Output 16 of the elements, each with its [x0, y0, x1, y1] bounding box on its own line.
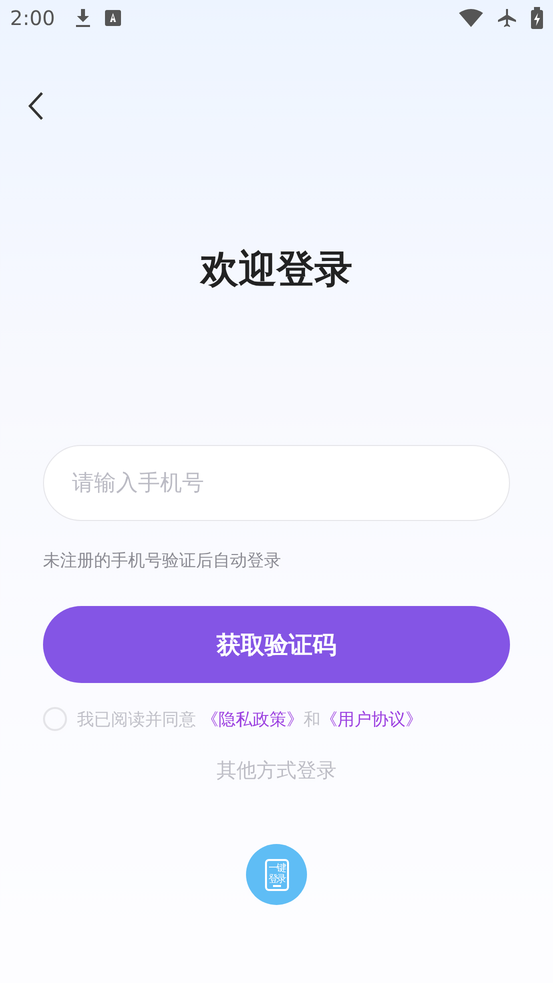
terms-link[interactable]: 《用户协议》: [320, 710, 422, 730]
download-icon: [74, 8, 91, 28]
back-icon: [27, 91, 45, 121]
phone-input-field[interactable]: 请输入手机号: [43, 445, 510, 521]
wifi-icon: [459, 9, 483, 27]
other-login-label: 其他方式登录: [216, 757, 336, 784]
agreement-text: 我已阅读并同意 《隐私政策》和《用户协议》: [77, 708, 422, 730]
text-app-icon: [104, 10, 121, 26]
get-code-button[interactable]: 获取验证码: [43, 606, 510, 683]
page-title: 欢迎登录: [200, 246, 352, 293]
hint-text: 未注册的手机号验证后自动登录: [43, 550, 281, 572]
status-time: 2:00: [10, 6, 55, 30]
battery-icon: [531, 7, 543, 29]
privacy-link[interactable]: 《隐私政策》: [201, 710, 304, 730]
airplane-icon: [497, 8, 517, 28]
agreement-checkbox[interactable]: [43, 707, 67, 731]
